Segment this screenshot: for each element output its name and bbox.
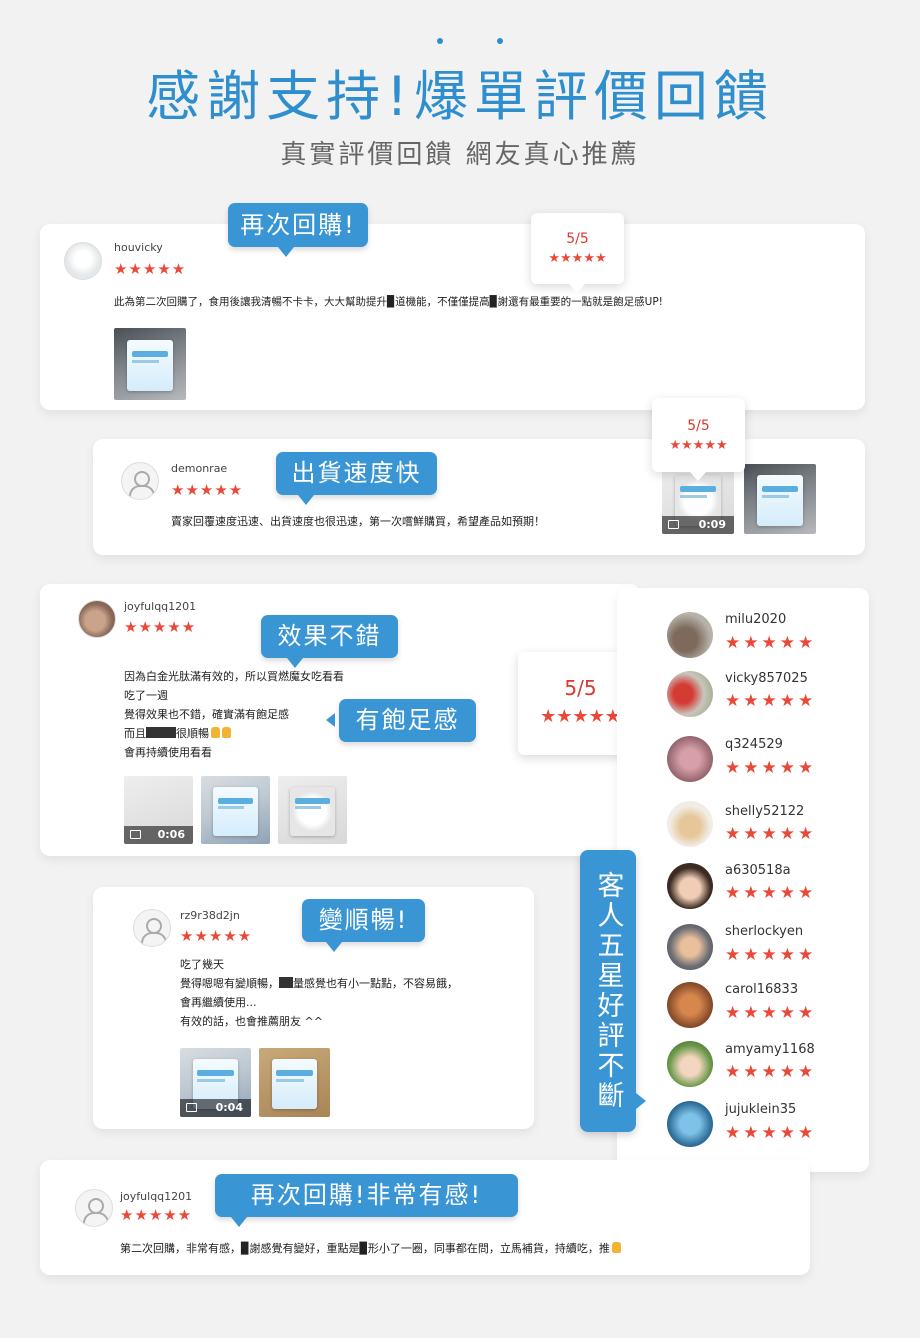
avatar [667, 924, 713, 970]
avatar [133, 909, 171, 947]
list-stars: ★★★★★ [725, 883, 817, 903]
list-username: amyamy1168 [725, 1042, 815, 1057]
review-video[interactable]: 0:06 [124, 776, 193, 844]
tag-bubble: 再次回購! [228, 203, 368, 257]
review-username: joyfulqq1201 [124, 600, 197, 613]
avatar [78, 600, 116, 638]
tag-bubble: 再次回購!非常有感! [215, 1174, 518, 1227]
video-duration: 0:06 [157, 828, 185, 841]
review-stars: ★★★★★ [171, 481, 244, 499]
review-username: demonrae [171, 462, 228, 475]
review-stars: ★★★★★ [124, 618, 197, 636]
score-stars: ★★★★★ [548, 251, 607, 266]
avatar [667, 1101, 713, 1147]
tag-bubble: 變順暢! [302, 899, 425, 952]
title-dots [0, 38, 920, 48]
five-star-list: milu2020 ★★★★★ vicky857025 ★★★★★ q324529… [617, 588, 869, 1172]
avatar [667, 982, 713, 1028]
tag-bubble: 效果不錯 [261, 615, 398, 668]
tag-bubble: 有飽足感 [326, 699, 476, 742]
review-text: 吃了幾天 覺得嗯嗯有變順暢， 量感覺也有小一點點，不容易餓， 會再繼續使用... … [180, 955, 458, 1031]
tag-label: 效果不錯 [277, 622, 382, 650]
score-value: 5/5 [566, 231, 589, 247]
list-username: sherlockyen [725, 924, 804, 939]
avatar [667, 612, 713, 658]
page-subtitle: 真實評價回饋 網友真心推薦 [280, 140, 640, 170]
list-stars: ★★★★★ [725, 945, 817, 965]
list-username: shelly52122 [725, 804, 805, 819]
list-username: q324529 [725, 737, 783, 752]
review-video[interactable]: 0:04 [180, 1048, 251, 1117]
review-line: 而且 很順暢 [124, 724, 344, 743]
avatar [667, 671, 713, 717]
review-username: joyfulqq1201 [120, 1190, 193, 1203]
video-duration: 0:09 [698, 518, 726, 531]
avatar [667, 863, 713, 909]
review-line: 吃了幾天 [180, 958, 224, 971]
review-stars: ★★★★★ [180, 927, 253, 945]
score-value: 5/5 [687, 418, 710, 434]
avatar [667, 1041, 713, 1087]
review-line: 有效的話，也會推薦朋友 ^^ [180, 1015, 323, 1028]
review-text: 賣家回覆速度迅速、出貨速度也很迅速，第一次嚐鮮購買，希望產品如預期！ [171, 515, 545, 528]
review-line: 覺得嗯嗯有變順暢， 量感覺也有小一點點，不容易餓， [180, 977, 458, 990]
list-username: jujuklein35 [725, 1102, 797, 1117]
list-username: a630518a [725, 863, 791, 878]
list-stars: ★★★★★ [725, 758, 817, 778]
list-stars: ★★★★★ [725, 691, 817, 711]
tag-label: 出貨速度快 [291, 459, 422, 487]
review-stars: ★★★★★ [120, 1206, 193, 1224]
review-photo [201, 776, 270, 844]
review-photo [114, 328, 186, 400]
avatar [75, 1189, 113, 1227]
tag-label: 變順暢! [318, 906, 409, 934]
review-username: rz9r38d2jn [180, 909, 240, 922]
tag-label: 再次回購! [240, 211, 356, 239]
list-username: carol16833 [725, 982, 799, 997]
avatar [667, 736, 713, 782]
five-star-label: 客人五星好評不斷 [580, 850, 646, 1132]
list-username: vicky857025 [725, 671, 808, 686]
list-username: milu2020 [725, 612, 787, 627]
review-line: 會再持續使用看看 [124, 746, 212, 759]
five-star-label-text: 客人五星好評不斷 [592, 871, 624, 1111]
score-card: 5/5 ★★★★★ [652, 398, 745, 481]
tag-bubble: 出貨速度快 [276, 452, 437, 505]
review-photo [744, 464, 816, 534]
review-photo [278, 776, 347, 844]
list-stars: ★★★★★ [725, 1123, 817, 1143]
page-title: 感謝支持!爆單評價回饋 [146, 65, 774, 128]
review-stars: ★★★★★ [114, 260, 187, 278]
score-stars: ★★★★★ [669, 438, 728, 453]
review-text: 因為白金光肽滿有效的，所以買燃魔女吃看看 吃了一週 覺得效果也不錯，確實滿有飽足… [124, 667, 344, 762]
avatar [667, 801, 713, 847]
list-stars: ★★★★★ [725, 1062, 817, 1082]
list-stars: ★★★★★ [725, 824, 817, 844]
review-line: 覺得效果也不錯，確實滿有飽足感 [124, 708, 289, 721]
video-duration: 0:04 [215, 1101, 243, 1114]
list-stars: ★★★★★ [725, 1003, 817, 1023]
tag-label: 有飽足感 [355, 706, 460, 734]
avatar [64, 242, 102, 280]
review-username: houvicky [114, 241, 163, 254]
tag-label: 再次回購!非常有感! [250, 1181, 483, 1209]
review-card-2: demonrae ★★★★★ 賣家回覆速度迅速、出貨速度也很迅速，第一次嚐鮮購買… [93, 439, 865, 555]
review-text: 此為第二次回購了，食用後讓我清暢不卡卡，大大幫助提升▉道機能，不僅僅提高▉謝還有… [114, 296, 663, 308]
review-line: 吃了一週 [124, 689, 168, 702]
avatar [121, 462, 159, 500]
review-photo [259, 1048, 330, 1117]
review-line: 會再繼續使用... [180, 996, 257, 1009]
review-text: 第二次回購，非常有感，▉謝感覺有變好，重點是▉形小了一圈，同事都在問，立馬補貨，… [120, 1239, 621, 1258]
review-card-1: houvicky ★★★★★ 此為第二次回購了，食用後讓我清暢不卡卡，大大幫助提… [40, 224, 865, 410]
score-card: 5/5 ★★★★★ [531, 213, 624, 293]
list-stars: ★★★★★ [725, 633, 817, 653]
review-line: 因為白金光肽滿有效的，所以買燃魔女吃看看 [124, 670, 344, 683]
